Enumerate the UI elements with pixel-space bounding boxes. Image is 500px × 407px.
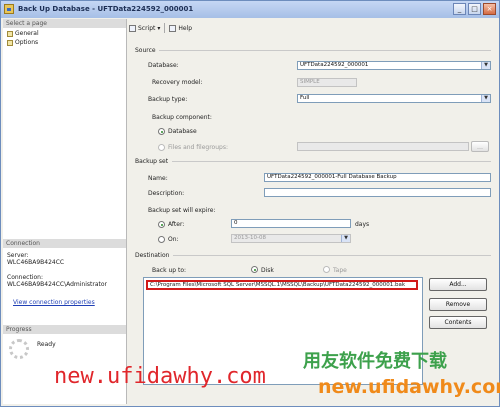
watermark-url-orange: new.ufidawhy.com bbox=[318, 376, 500, 398]
backup-to-label: Back up to: bbox=[152, 267, 187, 274]
database-radio[interactable] bbox=[158, 128, 165, 135]
view-connection-label: View connection properties bbox=[13, 299, 95, 306]
after-radio[interactable] bbox=[158, 221, 165, 228]
left-pane: Select a page General Options Connection… bbox=[3, 19, 127, 404]
after-label: After: bbox=[168, 221, 185, 228]
on-date-value: 2013-10-08 bbox=[234, 235, 266, 241]
script-icon bbox=[129, 24, 136, 32]
view-connection-link[interactable]: View connection properties bbox=[13, 299, 95, 306]
disk-label: Disk bbox=[261, 267, 274, 274]
destination-divider bbox=[173, 255, 491, 256]
remove-button[interactable]: Remove bbox=[429, 298, 487, 311]
source-divider bbox=[159, 50, 491, 51]
backup-type-dropdown[interactable]: Full ▼ bbox=[297, 94, 491, 103]
progress-spinner-icon bbox=[9, 339, 29, 359]
server-value: WLC46BA9B424CC bbox=[7, 259, 65, 266]
page-item-options[interactable]: Options bbox=[7, 39, 38, 46]
database-dropdown[interactable]: UFTData224592_000001 ▼ bbox=[297, 61, 491, 70]
progress-status: Ready bbox=[37, 341, 56, 348]
maximize-button[interactable]: □ bbox=[468, 3, 481, 15]
expire-label: Backup set will expire: bbox=[148, 207, 216, 214]
help-icon bbox=[169, 24, 177, 32]
browse-files-button[interactable]: … bbox=[471, 141, 489, 152]
on-label: On: bbox=[168, 236, 179, 243]
toolbar-separator bbox=[164, 23, 166, 33]
after-days-field[interactable]: 0 bbox=[231, 219, 351, 228]
connection-label: Connection: bbox=[7, 274, 43, 281]
on-date-field: 2013-10-08 ▼ bbox=[231, 234, 351, 243]
watermark-chinese: 用友软件免费下载 bbox=[303, 351, 447, 372]
watermark-url: new.ufidawhy.com bbox=[54, 364, 266, 389]
add-button[interactable]: Add... bbox=[429, 278, 487, 291]
database-label: Database: bbox=[148, 62, 179, 69]
page-label-options: Options bbox=[15, 39, 39, 46]
database-radio-label: Database bbox=[168, 128, 197, 135]
database-value: UFTData224592_000001 bbox=[300, 62, 369, 68]
backup-set-divider bbox=[172, 161, 491, 162]
minimize-button[interactable]: _ bbox=[453, 3, 466, 15]
database-icon bbox=[4, 4, 14, 14]
help-button[interactable]: Help bbox=[169, 24, 193, 32]
disk-radio[interactable] bbox=[251, 266, 258, 273]
destination-path-item[interactable]: C:\Program Files\Microsoft SQL Server\MS… bbox=[146, 280, 418, 290]
connection-header: Connection bbox=[3, 239, 126, 248]
backup-type-value: Full bbox=[300, 95, 310, 101]
server-label: Server: bbox=[7, 252, 29, 259]
days-label: days bbox=[355, 221, 370, 228]
tape-label: Tape bbox=[333, 267, 347, 274]
help-label: Help bbox=[178, 24, 193, 32]
script-label: Script bbox=[138, 24, 156, 32]
recovery-label: Recovery model: bbox=[152, 79, 203, 86]
connection-value: WLC46BA9B424CC\Administrator bbox=[7, 281, 108, 288]
component-label: Backup component: bbox=[152, 114, 212, 121]
page-label-general: General bbox=[15, 30, 39, 37]
chevron-down-icon: ▼ bbox=[341, 235, 350, 242]
destination-header: Destination bbox=[135, 252, 170, 259]
on-radio[interactable] bbox=[158, 236, 165, 243]
backup-type-label: Backup type: bbox=[148, 96, 188, 103]
files-radio[interactable] bbox=[158, 144, 165, 151]
files-field bbox=[297, 142, 469, 151]
page-icon bbox=[7, 39, 13, 46]
script-button[interactable]: Script ▾ bbox=[129, 24, 160, 32]
name-field[interactable]: UFTData224592_000001-Full Database Backu… bbox=[264, 173, 491, 182]
page-icon bbox=[7, 30, 13, 37]
title-bar: Back Up Database - UFTData224592_000001 … bbox=[1, 1, 499, 18]
chevron-down-icon: ▼ bbox=[481, 62, 490, 69]
contents-button[interactable]: Contents bbox=[429, 316, 487, 329]
page-item-general[interactable]: General bbox=[7, 30, 39, 37]
tape-radio[interactable] bbox=[323, 266, 330, 273]
progress-header: Progress bbox=[3, 325, 126, 334]
recovery-field: SIMPLE bbox=[297, 78, 357, 87]
name-label: Name: bbox=[148, 175, 168, 182]
toolbar: Script ▾ Help bbox=[129, 21, 192, 35]
description-field[interactable] bbox=[264, 188, 491, 197]
close-button[interactable]: × bbox=[483, 3, 496, 15]
chevron-down-icon: ▼ bbox=[481, 95, 490, 102]
select-page-header: Select a page bbox=[3, 19, 126, 28]
source-header: Source bbox=[135, 47, 156, 54]
files-radio-label: Files and filegroups: bbox=[168, 144, 228, 151]
backup-set-header: Backup set bbox=[135, 158, 169, 165]
backup-dialog: Back Up Database - UFTData224592_000001 … bbox=[0, 0, 500, 407]
window-title: Back Up Database - UFTData224592_000001 bbox=[18, 5, 194, 13]
description-label: Description: bbox=[148, 190, 185, 197]
